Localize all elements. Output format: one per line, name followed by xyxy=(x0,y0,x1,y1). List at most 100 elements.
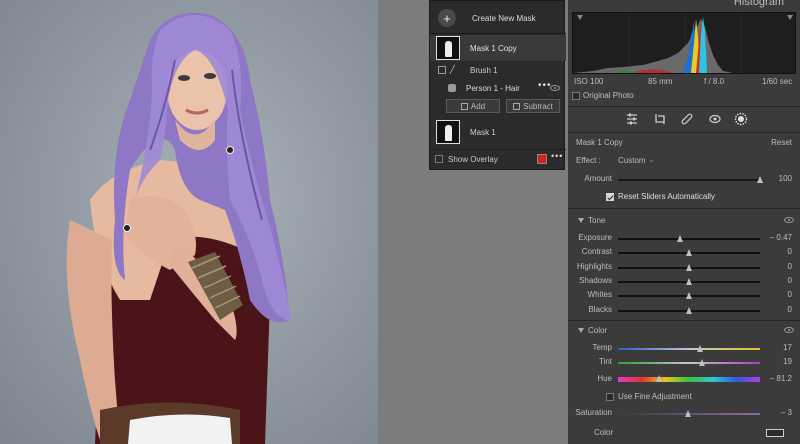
color-picker-row[interactable]: Color xyxy=(568,426,800,440)
tone-slider-row-highlights[interactable]: Highlights 0 xyxy=(568,260,800,274)
contrast-slider[interactable] xyxy=(618,249,760,256)
histogram: ISO 100 xyxy=(572,12,796,74)
color-section-header[interactable]: Color xyxy=(568,322,800,340)
tint-slider[interactable] xyxy=(618,362,760,364)
slider-label: Contrast xyxy=(581,247,612,257)
fine-adjust-row[interactable]: Use Fine Adjustment xyxy=(568,390,800,404)
redeye-icon[interactable] xyxy=(708,112,722,126)
effect-preset-dropdown[interactable]: Custom xyxy=(618,156,646,165)
saturation-slider[interactable] xyxy=(618,413,760,415)
slider-label: Highlights xyxy=(576,261,612,271)
slider-knob[interactable] xyxy=(677,235,684,242)
slider-value[interactable]: 0 xyxy=(788,305,792,314)
fine-adjust-checkbox[interactable] xyxy=(606,393,614,401)
saturation-slider-row[interactable]: Saturation – 3 xyxy=(568,406,800,420)
slider-knob[interactable] xyxy=(686,249,693,256)
visibility-eye-icon[interactable] xyxy=(784,327,794,333)
subtract-button[interactable]: Subtract xyxy=(506,99,560,113)
tint-slider-row[interactable]: Tint 19 xyxy=(568,355,800,369)
hue-slider-row[interactable]: Hue – 81.2 xyxy=(568,372,800,386)
component-name: Brush 1 xyxy=(470,65,498,75)
amount-value[interactable]: 100 xyxy=(779,174,792,183)
collapse-triangle-icon[interactable] xyxy=(578,218,584,223)
tone-section-header[interactable]: Tone xyxy=(568,212,800,230)
create-new-mask-label: Create New Mask xyxy=(472,13,536,23)
slider-value[interactable]: 0 xyxy=(788,262,792,271)
temp-slider-row[interactable]: Temp 17 xyxy=(568,341,800,355)
show-overlay-label: Show Overlay xyxy=(448,154,498,164)
color-swatch[interactable] xyxy=(766,429,784,437)
reset-button[interactable]: Reset xyxy=(771,138,792,147)
blacks-slider[interactable] xyxy=(618,307,760,314)
tone-slider-row-blacks[interactable]: Blacks 0 xyxy=(568,303,800,317)
slider-knob[interactable] xyxy=(686,307,693,314)
create-new-mask-button[interactable]: + Create New Mask xyxy=(430,7,566,29)
highlights-slider[interactable] xyxy=(618,264,760,271)
slider-value[interactable]: 0 xyxy=(788,290,792,299)
add-icon xyxy=(460,102,468,110)
saturation-slider-knob[interactable] xyxy=(685,410,692,417)
slider-knob[interactable] xyxy=(686,278,693,285)
amount-slider-knob[interactable] xyxy=(757,176,764,183)
visibility-eye-icon[interactable] xyxy=(784,217,794,223)
overlay-options-icon[interactable]: ••• xyxy=(551,151,563,161)
effect-label: Effect : xyxy=(576,156,601,165)
amount-slider-row[interactable]: Amount 100 xyxy=(568,172,800,186)
temp-slider[interactable] xyxy=(618,348,760,350)
slider-value[interactable]: – 0.47 xyxy=(770,233,792,242)
exposure-slider[interactable] xyxy=(618,238,760,240)
collapse-triangle-icon[interactable] xyxy=(578,328,584,333)
mask-item-mask-1[interactable]: Mask 1 xyxy=(430,119,566,145)
slider-knob[interactable] xyxy=(686,292,693,299)
temp-value[interactable]: 17 xyxy=(783,343,792,352)
tone-slider-row-whites[interactable]: Whites 0 xyxy=(568,288,800,302)
reset-sliders-checkbox[interactable] xyxy=(606,193,614,201)
iso-label: ISO 100 xyxy=(574,77,604,86)
shadows-slider[interactable] xyxy=(618,278,760,285)
tint-slider-knob[interactable] xyxy=(699,359,706,366)
photo-canvas[interactable] xyxy=(0,0,378,444)
tint-value[interactable]: 19 xyxy=(783,357,792,366)
slider-label: Shadows xyxy=(579,275,612,285)
fine-adjust-label: Use Fine Adjustment xyxy=(618,392,692,401)
component-person-1-hair[interactable]: Person 1 - Hair ••• xyxy=(430,80,566,95)
chevron-down-icon[interactable]: ⌄ xyxy=(648,155,655,164)
slider-knob[interactable] xyxy=(686,264,693,271)
histogram-header: Histogram xyxy=(568,0,800,8)
whites-slider[interactable] xyxy=(618,292,760,299)
temp-slider-knob[interactable] xyxy=(697,345,704,352)
saturation-value[interactable]: – 3 xyxy=(781,408,792,417)
add-button[interactable]: Add xyxy=(446,99,500,113)
overlay-color-swatch[interactable] xyxy=(537,154,547,164)
sliders-icon[interactable] xyxy=(625,112,639,126)
original-photo-row[interactable]: Original Photo xyxy=(568,90,800,102)
original-photo-checkbox[interactable] xyxy=(572,92,580,100)
person-icon xyxy=(448,84,456,92)
aperture: f / 8.0 xyxy=(704,77,725,86)
reset-sliders-row[interactable]: Reset Sliders Automatically xyxy=(568,190,800,204)
hue-value[interactable]: – 81.2 xyxy=(770,374,792,383)
crop-rotate-icon[interactable] xyxy=(653,112,667,126)
tone-slider-row-exposure[interactable]: Exposure – 0.47 xyxy=(568,231,800,245)
divider xyxy=(568,132,800,133)
healing-icon[interactable] xyxy=(680,112,694,126)
slider-label: Blacks xyxy=(588,304,612,314)
tone-slider-row-shadows[interactable]: Shadows 0 xyxy=(568,274,800,288)
more-options-icon[interactable]: ••• xyxy=(538,80,552,91)
hue-slider-knob[interactable] xyxy=(656,375,663,382)
slider-value[interactable]: 0 xyxy=(788,276,792,285)
slider-label: Exposure xyxy=(578,233,612,242)
slider-value[interactable]: 0 xyxy=(788,247,792,256)
hue-slider[interactable] xyxy=(618,377,760,382)
mask-item-mask-1-copy[interactable]: Mask 1 Copy xyxy=(430,35,566,61)
mask-header: Mask 1 Copy Reset xyxy=(568,136,800,150)
show-overlay-row[interactable]: Show Overlay ••• xyxy=(430,151,566,165)
show-overlay-checkbox[interactable] xyxy=(435,155,443,163)
tone-slider-row-contrast[interactable]: Contrast 0 xyxy=(568,245,800,259)
amount-slider[interactable] xyxy=(618,179,760,181)
visibility-eye-icon[interactable] xyxy=(550,85,560,91)
saturation-label: Saturation xyxy=(575,408,612,417)
masking-icon[interactable] xyxy=(734,112,748,126)
component-brush-1[interactable]: ╱ Brush 1 xyxy=(430,63,566,77)
subtract-label: Subtract xyxy=(523,101,553,111)
